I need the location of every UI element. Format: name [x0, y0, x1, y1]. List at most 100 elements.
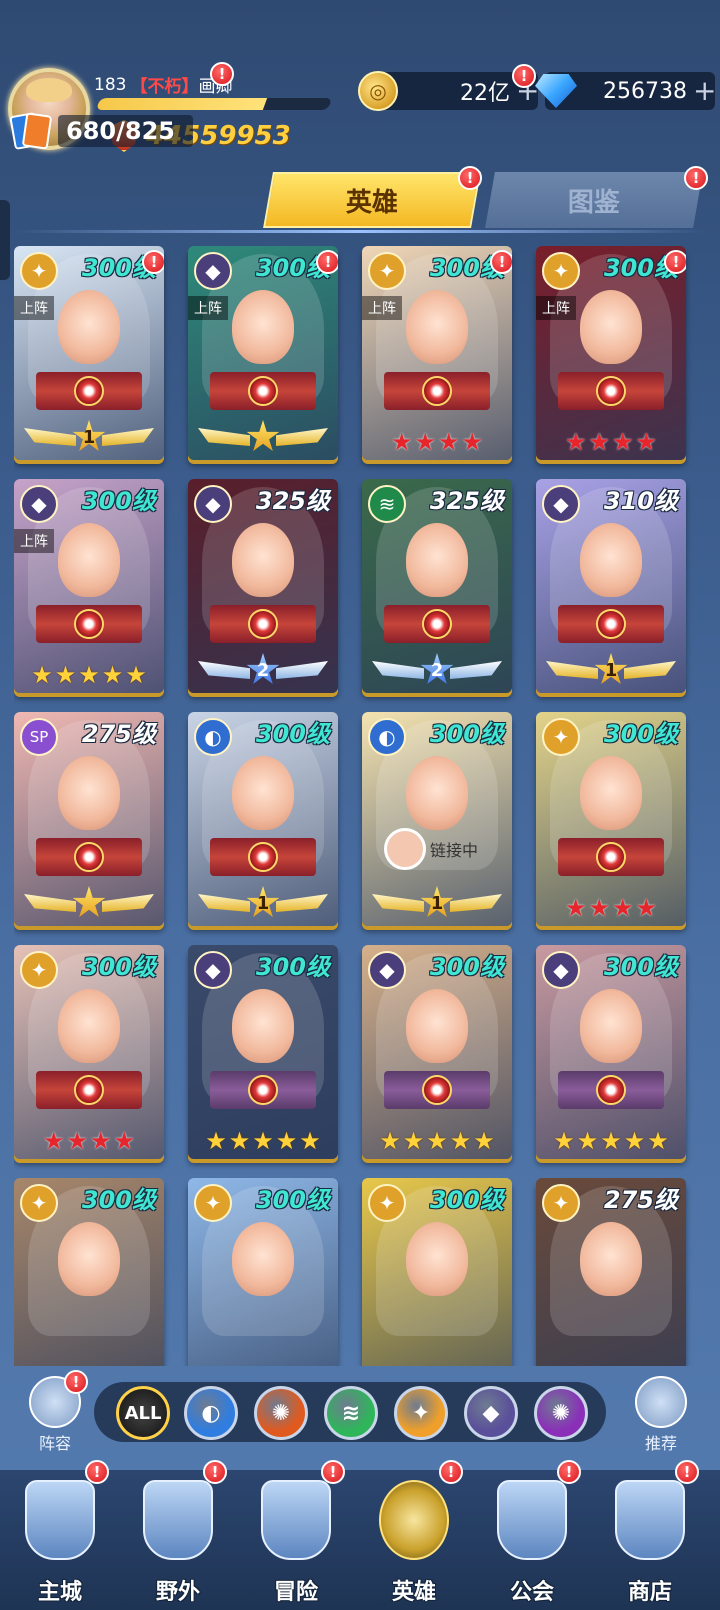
hero-card[interactable]: ◐ 300级 1 — [188, 712, 338, 926]
nav-alert-badge: ! — [321, 1460, 345, 1484]
title-alert-badge: ! — [210, 62, 234, 86]
hero-card[interactable]: ✦ 300级 — [14, 1178, 164, 1366]
filter-wind-button[interactable]: ≋ — [324, 1386, 378, 1440]
rank-gem-icon — [596, 609, 626, 639]
linking-indicator: 链接中 — [384, 828, 478, 870]
rank-emblem — [36, 372, 142, 410]
nav-label: 公会 — [509, 1580, 554, 1605]
hero-card[interactable]: ◐ 300级 链接中 1 — [362, 712, 512, 926]
nav-portal[interactable]: 野外! — [123, 1460, 233, 1610]
hero-level: 300级 — [255, 953, 330, 981]
filter-dark-button[interactable]: ✺ — [534, 1386, 588, 1440]
awakening-wings: 2 — [372, 651, 502, 689]
awakening-wings: 1 — [372, 884, 502, 922]
hero-card[interactable]: ◆ 300级 上阵! — [188, 246, 338, 460]
hero-face — [58, 989, 120, 1063]
add-diamond-button[interactable]: + — [693, 77, 716, 105]
helmet-icon — [379, 1480, 449, 1560]
recommend-button[interactable]: 推荐 — [626, 1376, 696, 1454]
hero-level: 300级 — [81, 1186, 156, 1214]
banner-icon — [497, 1480, 567, 1560]
hero-card[interactable]: ✦ 300级 — [362, 1178, 512, 1366]
light-element-icon: ✦ — [368, 252, 406, 290]
nav-shop[interactable]: 商店! — [595, 1460, 705, 1610]
awakening-rank: 1 — [72, 420, 106, 451]
hero-face — [232, 523, 294, 597]
star-icon: ★ — [473, 1127, 495, 1155]
hero-card[interactable]: ◆ 300级 ★ ★ ★ ★ ★ — [362, 945, 512, 1159]
filter-all-button[interactable]: ALL — [116, 1386, 170, 1440]
void-element-icon: ◆ — [194, 951, 232, 989]
hero-card[interactable]: ◆ 325级 2 — [188, 479, 338, 693]
hero-card[interactable]: ✦ 300级 上阵 1! — [14, 246, 164, 460]
star-icon: ★ — [228, 1127, 251, 1155]
gold-alert-badge: ! — [512, 64, 536, 88]
nav-helmet[interactable]: 英雄! — [359, 1460, 469, 1610]
void-element-icon: ◆ — [542, 485, 580, 523]
star-icon: ★ — [612, 428, 634, 456]
hero-grid[interactable]: ✦ 300级 上阵 1! ◆ 300级 上阵! ✦ 300级 上阵 ★ ★ ★ ★! ✦ 300级 上阵 ★ ★ ★ ★… — [14, 246, 706, 1366]
nav-trident[interactable]: 冒险! — [241, 1460, 351, 1610]
hero-face — [406, 1222, 468, 1296]
nav-label: 野外 — [155, 1580, 200, 1605]
nav-alert-badge: ! — [557, 1460, 581, 1484]
rank-emblem — [36, 605, 142, 643]
hero-card[interactable]: ◆ 300级 上阵 ★ ★ ★ ★ ★ — [14, 479, 164, 693]
void-element-icon: ◆ — [194, 252, 232, 290]
star-icon: ★ — [564, 894, 587, 922]
hero-level: 300级 — [429, 1186, 504, 1214]
star-icon: ★ — [54, 661, 77, 689]
filter-void-button[interactable]: ◆ — [464, 1386, 518, 1440]
nav-castle[interactable]: 主城! — [5, 1460, 115, 1610]
hero-card[interactable]: ◆ 310级 1 — [536, 479, 686, 693]
nav-alert-badge: ! — [439, 1460, 463, 1484]
hero-alert-badge: ! — [664, 250, 686, 274]
star-icon: ★ — [252, 1127, 274, 1155]
light-element-icon: ✦ — [20, 951, 58, 989]
tab-heroes-label: 英雄 — [345, 187, 398, 218]
filter-light-button[interactable]: ✦ — [394, 1386, 448, 1440]
rank-emblem — [558, 1071, 664, 1109]
player-level: 183 — [94, 74, 127, 95]
star-icon: ★ — [426, 1127, 448, 1155]
light-element-icon: ✦ — [368, 1184, 406, 1222]
awakening-rank: 1 — [246, 886, 280, 917]
hero-level: 300级 — [603, 953, 678, 981]
star-icon: ★ — [275, 1127, 298, 1155]
star-icon: ★ — [90, 1127, 112, 1155]
hero-card[interactable]: ≋ 325级 2 — [362, 479, 512, 693]
diamond-icon — [535, 74, 577, 108]
hero-face — [58, 756, 120, 830]
filter-fire-button[interactable]: ✺ — [254, 1386, 308, 1440]
hero-card[interactable]: ✦ 300级 上阵 ★ ★ ★ ★! — [362, 246, 512, 460]
awakening-rank: 2 — [420, 653, 454, 684]
star-icon: ★ — [101, 661, 124, 689]
hero-card[interactable]: ◆ 300级 ★ ★ ★ ★ ★ — [188, 945, 338, 1159]
hero-card[interactable]: ✦ 300级 — [188, 1178, 338, 1366]
hero-face — [406, 756, 468, 830]
star-icon: ★ — [623, 1127, 646, 1155]
hero-face — [406, 290, 468, 364]
hero-card[interactable]: SP 275级 — [14, 712, 164, 926]
filter-water-button[interactable]: ◐ — [184, 1386, 238, 1440]
hero-alert-badge: ! — [142, 250, 164, 274]
hero-card[interactable]: ✦ 300级 ★ ★ ★ ★ — [536, 712, 686, 926]
hero-card[interactable]: ◆ 300级 ★ ★ ★ ★ ★ — [536, 945, 686, 1159]
hero-card[interactable]: ✦ 300级 ★ ★ ★ ★ — [14, 945, 164, 1159]
nav-banner[interactable]: 公会! — [477, 1460, 587, 1610]
hero-card[interactable]: ✦ 275级 — [536, 1178, 686, 1366]
star-icon: ★ — [66, 1127, 88, 1155]
gold-coin-icon: ◎ — [358, 71, 398, 111]
tab-heroes[interactable]: 英雄 — [263, 172, 481, 228]
void-element-icon: ◆ — [194, 485, 232, 523]
tab-heroes-badge: ! — [458, 166, 482, 190]
hero-level: 300级 — [603, 720, 678, 748]
rank-emblem — [210, 372, 316, 410]
tab-codex[interactable]: 图鉴 — [485, 172, 703, 228]
star-icon: ★ — [612, 894, 634, 922]
gold-amount: 22亿 — [460, 81, 510, 106]
rank-gem-icon — [596, 376, 626, 406]
hero-card[interactable]: ✦ 300级 上阵 ★ ★ ★ ★! — [536, 246, 686, 460]
rank-gem-icon — [74, 376, 104, 406]
on-team-tag: 上阵 — [14, 296, 54, 320]
